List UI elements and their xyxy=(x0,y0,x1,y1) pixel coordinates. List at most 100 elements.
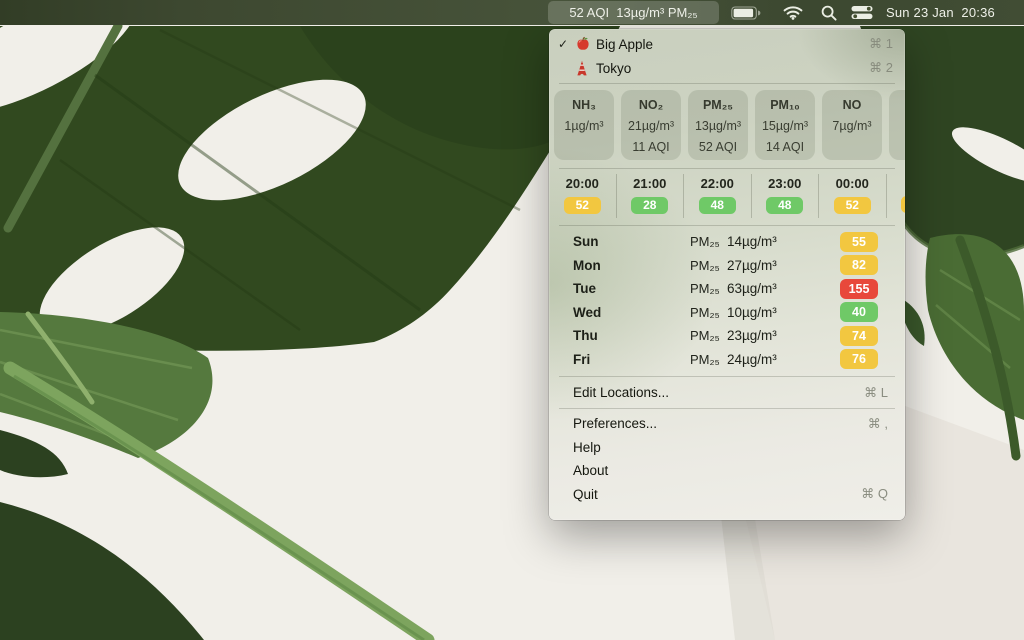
metric-label: PM₂₅ xyxy=(690,258,727,273)
menu-item-shortcut: ⌘ Q xyxy=(861,486,888,502)
location-item-big-apple[interactable]: ✓ Big Apple ⌘ 1 xyxy=(549,32,905,56)
pollutant-value: 15µg/m³ xyxy=(755,116,815,137)
pollutant-aqi xyxy=(889,137,905,158)
aqi-badge: 52 xyxy=(834,197,871,214)
location-item-tokyo[interactable]: Tokyo ⌘ 2 xyxy=(549,56,905,80)
menu-item-label: Help xyxy=(573,440,601,455)
menu-item-about[interactable]: About xyxy=(549,459,905,483)
menu-item-shortcut: ⌘ L xyxy=(864,385,888,401)
aqi-status-text: 52 AQI 13µg/m³ PM₂₅ xyxy=(569,5,697,20)
pollutant-aqi: 52 AQI xyxy=(688,137,748,158)
metric-label: PM₂₅ xyxy=(690,234,727,249)
hour-time: 20:00 xyxy=(549,176,616,191)
aqi-badge: 48 xyxy=(699,197,736,214)
hour-column: 22:00 48 xyxy=(684,174,752,218)
location-shortcut: ⌘ 2 xyxy=(869,60,893,76)
daily-row-wed: Wed PM₂₅ 10µg/m³ 40 xyxy=(549,301,905,325)
checkmark-icon: ✓ xyxy=(558,37,575,51)
day-label: Sun xyxy=(573,234,690,249)
aqi-badge xyxy=(901,196,905,213)
pollutant-name xyxy=(889,95,905,116)
tokyo-tower-emoji xyxy=(575,60,596,76)
hour-time: 0 xyxy=(887,176,906,191)
metric-value: 14µg/m³ xyxy=(727,234,840,249)
menu-item-edit-locations[interactable]: Edit Locations... ⌘ L xyxy=(549,377,905,408)
apple-emoji xyxy=(575,36,596,52)
aqi-badge: 28 xyxy=(631,197,668,214)
menu-item-quit[interactable]: Quit ⌘ Q xyxy=(549,483,905,507)
aqi-badge: 82 xyxy=(840,255,878,275)
day-label: Tue xyxy=(573,281,690,296)
pollutant-aqi: 11 AQI xyxy=(621,137,681,158)
metric-value: 27µg/m³ xyxy=(727,258,840,273)
pollutant-card-no: NO 7µg/m³ xyxy=(822,90,882,160)
daily-row-sun: Sun PM₂₅ 14µg/m³ 55 xyxy=(549,230,905,254)
day-label: Mon xyxy=(573,258,690,273)
daily-forecast-table: Sun PM₂₅ 14µg/m³ 55 Mon PM₂₅ 27µg/m³ 82 … xyxy=(549,226,905,376)
pollutant-card-pm10: PM₁₀ 15µg/m³ 14 AQI xyxy=(755,90,815,160)
aqi-badge: 40 xyxy=(840,302,878,322)
metric-value: 63µg/m³ xyxy=(727,281,840,296)
aqi-badge: 52 xyxy=(564,197,601,214)
hour-time: 21:00 xyxy=(617,176,684,191)
hourly-forecast-row: 20:00 52 21:00 28 22:00 48 23:00 48 00:0… xyxy=(549,169,905,225)
battery-icon[interactable] xyxy=(731,0,761,25)
aqi-badge: 55 xyxy=(840,232,878,252)
menu-item-label: Quit xyxy=(573,487,598,502)
metric-label: PM₂₅ xyxy=(690,352,727,367)
locations-section: ✓ Big Apple ⌘ 1 xyxy=(549,29,905,83)
aqi-badge: 48 xyxy=(766,197,803,214)
hour-column: 21:00 28 xyxy=(617,174,685,218)
pollutant-name: NO₂ xyxy=(621,95,681,116)
menu-item-label: Edit Locations... xyxy=(573,385,669,400)
menu-item-preferences[interactable]: Preferences... ⌘ , xyxy=(549,412,905,436)
desktop: 52 AQI 13µg/m³ PM₂₅ xyxy=(0,0,1024,640)
search-icon[interactable] xyxy=(821,0,837,25)
daily-row-mon: Mon PM₂₅ 27µg/m³ 82 xyxy=(549,254,905,278)
location-shortcut: ⌘ 1 xyxy=(869,36,893,52)
hour-time: 23:00 xyxy=(752,176,819,191)
pollutant-card-nh3: NH₃ 1µg/m³ xyxy=(554,90,614,160)
menu-item-label: Preferences... xyxy=(573,416,657,431)
metric-value: 24µg/m³ xyxy=(727,352,840,367)
hour-time: 22:00 xyxy=(684,176,751,191)
hour-column-clipped: 0 xyxy=(887,174,906,218)
pollutant-value: 13µg/m³ xyxy=(688,116,748,137)
metric-label: PM₂₅ xyxy=(690,305,727,320)
clock-text: Sun 23 Jan 20:36 xyxy=(886,5,995,20)
pollutant-aqi: 14 AQI xyxy=(755,137,815,158)
daily-row-fri: Fri PM₂₅ 24µg/m³ 76 xyxy=(549,348,905,372)
wifi-icon[interactable] xyxy=(783,0,803,25)
pollutant-aqi xyxy=(822,137,882,158)
control-center-icon[interactable] xyxy=(851,0,873,25)
menu-item-shortcut: ⌘ , xyxy=(868,416,888,432)
menu-item-help[interactable]: Help xyxy=(549,436,905,460)
location-label: Tokyo xyxy=(596,61,631,76)
day-label: Wed xyxy=(573,305,690,320)
hour-column: 00:00 52 xyxy=(819,174,887,218)
pollutant-aqi xyxy=(554,137,614,158)
pollutant-name: PM₂₅ xyxy=(688,95,748,116)
pollutant-value: 1µg/m³ xyxy=(554,116,614,137)
hour-time: 00:00 xyxy=(819,176,886,191)
pollutant-value: 7µg/m³ xyxy=(822,116,882,137)
menu-item-label: About xyxy=(573,463,608,478)
menu-bar-clock[interactable]: Sun 23 Jan 20:36 xyxy=(886,0,995,25)
pollutant-name: NH₃ xyxy=(554,95,614,116)
metric-value: 10µg/m³ xyxy=(727,305,840,320)
pollutant-card-no2: NO₂ 21µg/m³ 11 AQI xyxy=(621,90,681,160)
actions-section: Preferences... ⌘ , Help About Quit ⌘ Q xyxy=(549,409,905,514)
metric-label: PM₂₅ xyxy=(690,328,727,343)
day-label: Fri xyxy=(573,352,690,367)
location-label: Big Apple xyxy=(596,37,653,52)
metric-value: 23µg/m³ xyxy=(727,328,840,343)
aqi-badge: 155 xyxy=(840,279,878,299)
aqi-menu-extra[interactable]: 52 AQI 13µg/m³ PM₂₅ xyxy=(548,1,719,24)
day-label: Thu xyxy=(573,328,690,343)
pollutant-cards: NH₃ 1µg/m³ NO₂ 21µg/m³ 11 AQI PM₂₅ 13µg/… xyxy=(549,84,905,168)
pollutant-name: PM₁₀ xyxy=(755,95,815,116)
aqi-badge: 76 xyxy=(840,349,878,369)
pollutant-value: 21µg/m³ xyxy=(621,116,681,137)
daily-row-tue: Tue PM₂₅ 63µg/m³ 155 xyxy=(549,277,905,301)
aqi-dropdown-menu: ✓ Big Apple ⌘ 1 xyxy=(549,29,905,520)
